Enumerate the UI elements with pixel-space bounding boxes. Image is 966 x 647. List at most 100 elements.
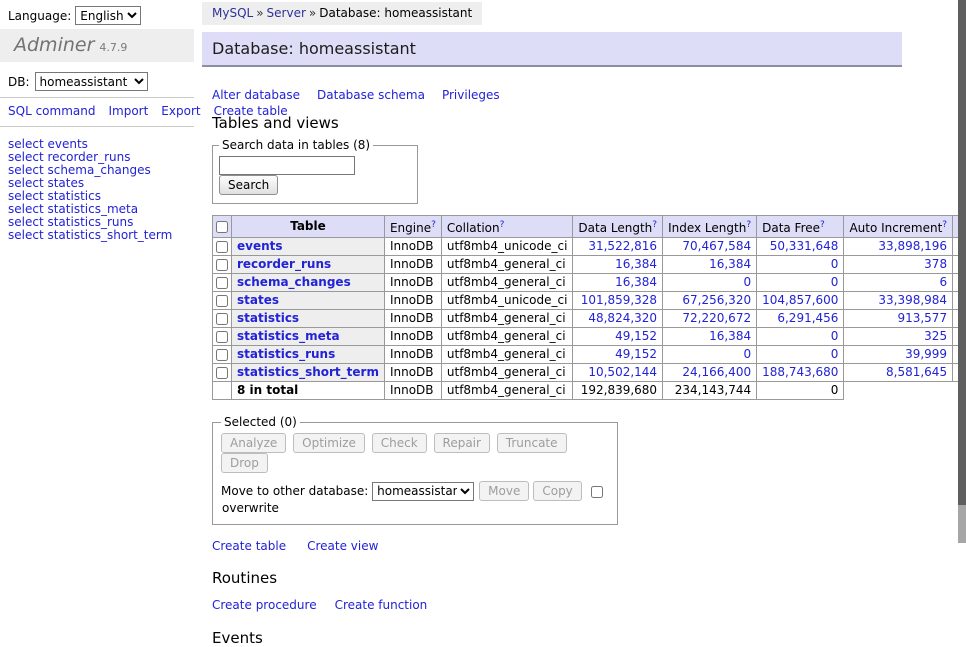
index-length-link[interactable]: 24,166,400 (682, 365, 751, 379)
data-free-link[interactable]: 50,331,648 (770, 239, 839, 253)
table-total-row: 8 in total InnoDB utf8mb4_general_ci 192… (213, 382, 966, 400)
auto-increment-link[interactable]: 8,581,645 (886, 365, 947, 379)
copy-button[interactable]: Copy (533, 481, 581, 501)
row-select-checkbox[interactable] (216, 313, 228, 325)
create-procedure-link[interactable]: Create procedure (212, 598, 317, 612)
alter-database-link[interactable]: Alter database (212, 88, 300, 102)
collation-cell: utf8mb4_general_ci (441, 310, 573, 328)
overwrite-checkbox[interactable] (591, 486, 603, 498)
repair-button[interactable]: Repair (434, 433, 490, 453)
routine-links-row: Create procedure Create function (212, 598, 966, 612)
table-name-link[interactable]: statistics_runs (237, 347, 335, 361)
column-header-index-length: Index Length? (663, 216, 757, 238)
data-free-link[interactable]: 0 (831, 329, 839, 343)
move-button[interactable]: Move (479, 481, 529, 501)
data-free-link[interactable]: 0 (831, 347, 839, 361)
auto-increment-link[interactable]: 325 (924, 329, 947, 343)
truncate-button[interactable]: Truncate (497, 433, 567, 453)
help-icon[interactable]: ? (652, 220, 657, 230)
help-icon[interactable]: ? (942, 220, 947, 230)
privileges-link[interactable]: Privileges (442, 88, 500, 102)
move-database-select[interactable]: homeassistant (372, 482, 474, 501)
sidebar-item-select-statistics-short-term[interactable]: select statistics_short_term (8, 229, 186, 242)
auto-increment-link[interactable]: 6 (939, 275, 947, 289)
create-function-link[interactable]: Create function (335, 598, 428, 612)
data-free-link[interactable]: 0 (831, 257, 839, 271)
data-length-link[interactable]: 31,522,816 (588, 239, 657, 253)
table-name-link[interactable]: statistics_short_term (237, 365, 379, 379)
auto-increment-link[interactable]: 913,577 (897, 311, 947, 325)
data-length-link[interactable]: 16,384 (615, 275, 657, 289)
select-all-checkbox[interactable] (216, 221, 228, 233)
sidebar-link-sql-command[interactable]: SQL command (8, 104, 95, 118)
create-table-link[interactable]: Create table (212, 539, 286, 553)
scrollbar[interactable] (958, 0, 966, 543)
optimize-button[interactable]: Optimize (293, 433, 365, 453)
collation-cell: utf8mb4_general_ci (441, 364, 573, 382)
row-select-checkbox[interactable] (216, 349, 228, 361)
row-select-checkbox[interactable] (216, 367, 228, 379)
table-name-link[interactable]: schema_changes (237, 275, 351, 289)
row-select-checkbox[interactable] (216, 295, 228, 307)
total-empty-cell (213, 382, 232, 400)
table-name-link[interactable]: statistics_meta (237, 329, 340, 343)
index-length-link[interactable]: 16,384 (709, 329, 751, 343)
app-version[interactable]: 4.7.9 (99, 41, 127, 54)
language-select[interactable]: English (75, 6, 141, 25)
data-length-link[interactable]: 16,384 (615, 257, 657, 271)
help-icon[interactable]: ? (820, 220, 825, 230)
row-select-checkbox[interactable] (216, 277, 228, 289)
table-name-link[interactable]: recorder_runs (237, 257, 331, 271)
data-free-link[interactable]: 6,291,456 (777, 311, 838, 325)
index-length-link[interactable]: 67,256,320 (682, 293, 751, 307)
collation-cell: utf8mb4_general_ci (441, 328, 573, 346)
search-button[interactable]: Search (219, 175, 278, 195)
table-name-link[interactable]: statistics (237, 311, 299, 325)
index-length-link[interactable]: 70,467,584 (682, 239, 751, 253)
index-length-link[interactable]: 0 (743, 275, 751, 289)
search-input[interactable] (219, 156, 355, 175)
data-length-link[interactable]: 48,824,320 (588, 311, 657, 325)
table-name-link[interactable]: states (237, 293, 279, 307)
index-length-link[interactable]: 16,384 (709, 257, 751, 271)
table-header-row: Table Engine? Collation? Data Length? In… (213, 216, 966, 238)
index-length-link[interactable]: 0 (743, 347, 751, 361)
data-length-link[interactable]: 49,152 (615, 347, 657, 361)
check-button[interactable]: Check (372, 433, 427, 453)
row-select-checkbox[interactable] (216, 331, 228, 343)
move-label: Move to other database: (221, 484, 368, 498)
help-icon[interactable]: ? (746, 220, 751, 230)
sidebar-table-list: select events select recorder_runs selec… (0, 127, 194, 242)
breadcrumb-row: MySQL»Server»Database: homeassistant Log… (202, 0, 966, 25)
db-select[interactable]: homeassistant (35, 72, 148, 91)
row-select-checkbox[interactable] (216, 259, 228, 271)
drop-button[interactable]: Drop (221, 453, 268, 473)
data-length-link[interactable]: 10,502,144 (588, 365, 657, 379)
events-heading: Events (212, 630, 966, 646)
database-schema-link[interactable]: Database schema (317, 88, 425, 102)
sidebar-link-import[interactable]: Import (108, 104, 148, 118)
column-header-data-length: Data Length? (573, 216, 663, 238)
auto-increment-link[interactable]: 378 (924, 257, 947, 271)
data-free-link[interactable]: 0 (831, 275, 839, 289)
analyze-button[interactable]: Analyze (221, 433, 286, 453)
auto-increment-link[interactable]: 39,999 (905, 347, 947, 361)
help-icon[interactable]: ? (500, 220, 505, 230)
search-fieldset: Search data in tables (8) Search (212, 138, 418, 204)
data-free-link[interactable]: 188,743,680 (762, 365, 838, 379)
page-layout: Language:English Adminer4.7.9 DB:homeass… (0, 0, 958, 646)
row-select-checkbox[interactable] (216, 241, 228, 253)
index-length-link[interactable]: 72,220,672 (682, 311, 751, 325)
create-view-link[interactable]: Create view (307, 539, 378, 553)
data-length-link[interactable]: 101,859,328 (581, 293, 657, 307)
help-icon[interactable]: ? (431, 220, 436, 230)
data-free-link[interactable]: 104,857,600 (762, 293, 838, 307)
auto-increment-link[interactable]: 33,398,984 (878, 293, 947, 307)
column-header-data-free: Data Free? (757, 216, 844, 238)
breadcrumb-link-server[interactable]: Server (267, 6, 306, 20)
breadcrumb-link-mysql[interactable]: MySQL (212, 6, 253, 20)
scrollbar-thumb[interactable] (958, 0, 966, 505)
table-name-link[interactable]: events (237, 239, 283, 253)
auto-increment-link[interactable]: 33,898,196 (878, 239, 947, 253)
data-length-link[interactable]: 49,152 (615, 329, 657, 343)
